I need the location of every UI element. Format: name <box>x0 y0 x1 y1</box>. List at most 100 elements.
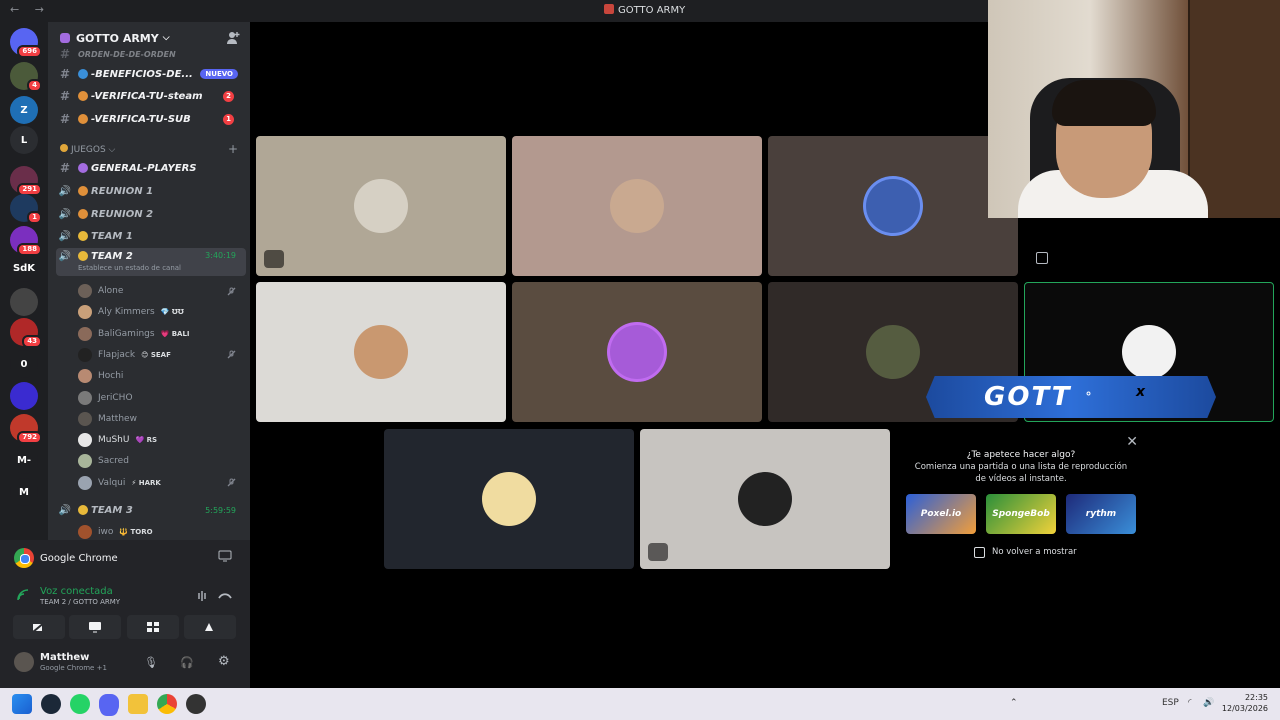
voice-channel-team-1[interactable]: 🔊 TEAM 1 <box>56 226 246 246</box>
voice-member[interactable]: Valqui ⚡ HARK <box>78 473 244 493</box>
server-icon[interactable]: SdK <box>10 254 38 282</box>
channel-general-players[interactable]: # GENERAL-PLAYERS <box>56 158 246 178</box>
server-icon[interactable] <box>10 382 38 410</box>
server-icon[interactable]: 291 <box>10 166 42 196</box>
server-icon[interactable]: L <box>10 126 38 154</box>
wifi-icon[interactable]: ◜ <box>1188 698 1192 708</box>
voice-member[interactable]: Aly Kimmers 💎 ƱƱ <box>78 302 244 322</box>
stream-preview-icon[interactable] <box>218 550 232 562</box>
whatsapp-icon[interactable] <box>70 694 90 714</box>
noise-suppression-icon[interactable] <box>194 590 208 602</box>
server-icon[interactable]: Z <box>10 96 38 124</box>
chrome-icon[interactable] <box>157 694 177 714</box>
participant-tile[interactable] <box>512 282 762 422</box>
disconnect-icon[interactable] <box>218 590 232 602</box>
member-tag: 💎 ƱƱ <box>160 308 184 317</box>
close-icon[interactable]: ✕ <box>1126 434 1138 450</box>
system-clock[interactable]: 22:35 12/03/2026 <box>1222 692 1268 714</box>
channel-status[interactable]: Establece un estado de canal <box>78 264 181 272</box>
nav-arrows[interactable]: ← → <box>10 3 50 16</box>
voice-member[interactable]: Matthew <box>78 409 244 429</box>
screen-share-button[interactable] <box>69 615 121 639</box>
speaker-icon: 🔊 <box>58 208 72 220</box>
voice-connected-label[interactable]: Voz conectada <box>40 586 113 597</box>
folder-icon[interactable] <box>128 694 148 714</box>
voice-channel-team-3[interactable]: 🔊 TEAM 3 5:59:59 <box>56 500 246 520</box>
member-tag: 💗 BALI <box>160 329 190 338</box>
participant-tile[interactable] <box>384 429 634 569</box>
mention-badge: 2 <box>223 90 234 102</box>
voice-member[interactable]: Flapjack 😊 SEAF <box>78 345 244 365</box>
dont-show-label[interactable]: No volver a mostrar <box>992 547 1077 557</box>
settings-gear-icon[interactable]: ⚙ <box>218 654 230 669</box>
guild-icon <box>60 33 70 43</box>
activity-rythm[interactable]: rythm <box>1066 494 1136 534</box>
soundboard-icon <box>205 623 213 631</box>
avatar <box>1122 325 1176 379</box>
camera-off-button[interactable] <box>13 615 65 639</box>
server-icon[interactable]: 188 <box>10 226 42 256</box>
microphone-icon[interactable]: 🎙 <box>144 656 158 669</box>
voice-channel-team-2[interactable]: 🔊 TEAM 2 3:40:19 Establece un estado de c… <box>56 248 246 276</box>
voice-member[interactable]: iwo 🔱 TORO <box>78 522 244 540</box>
participant-tile[interactable] <box>768 136 1018 276</box>
server-icon[interactable]: 4 <box>10 62 42 92</box>
server-icon[interactable]: M- <box>10 446 38 474</box>
participant-tile[interactable] <box>256 136 506 276</box>
stream-overlay-logo: GOTT ° x <box>926 376 1216 418</box>
user-status: Google Chrome +1 <box>40 664 107 672</box>
voice-member[interactable]: Sacred <box>78 451 244 471</box>
voice-member[interactable]: JeriCHO <box>78 388 244 408</box>
app-icon[interactable] <box>186 694 206 714</box>
activities-button[interactable] <box>127 615 179 639</box>
steam-icon[interactable] <box>41 694 61 714</box>
channel-verifica-sub[interactable]: # -VERIFICA-TU-SUB 1 <box>56 109 246 129</box>
channel-verifica-steam[interactable]: # -VERIFICA-TU-steam 2 <box>56 86 246 106</box>
chevron-down-icon: ⌵ <box>162 33 170 43</box>
activity-spongebob[interactable]: SpongeBob <box>986 494 1056 534</box>
language-indicator[interactable]: ESP <box>1162 698 1179 708</box>
muted-icon <box>227 287 236 296</box>
member-name: Flapjack <box>98 349 136 360</box>
member-name: Matthew <box>98 413 137 424</box>
voice-member[interactable]: Hochi <box>78 366 244 386</box>
server-icon[interactable]: 1 <box>10 194 42 224</box>
channel-timer: 5:59:59 <box>205 505 236 515</box>
server-icon[interactable]: 0 <box>10 350 38 378</box>
headphones-icon[interactable]: 🎧 <box>180 656 194 669</box>
avatar <box>78 326 92 341</box>
server-icon[interactable]: 792 <box>10 414 42 444</box>
add-channel-icon[interactable]: + <box>228 142 238 156</box>
activity-poxel[interactable]: Poxel.io <box>906 494 976 534</box>
channel-partial[interactable]: # ORDEN-DE-DE-ORDEN <box>56 44 246 64</box>
voice-channel-reunion-2[interactable]: 🔊 REUNION 2 <box>56 204 246 224</box>
activities-icon <box>147 622 159 632</box>
start-icon[interactable] <box>12 694 32 714</box>
server-icon[interactable]: 43 <box>10 318 42 348</box>
channel-beneficios[interactable]: # -BENEFICIOS-DE... NUEVO <box>56 64 246 84</box>
unread-badge: 792 <box>17 431 42 444</box>
voice-panel: Google Chrome Voz conectada TEAM 2 / GOT… <box>0 540 250 688</box>
voice-connected-sub[interactable]: TEAM 2 / GOTTO ARMY <box>40 598 120 606</box>
participant-tile[interactable] <box>256 282 506 422</box>
voice-member[interactable]: Alone <box>78 281 244 301</box>
participant-tile[interactable] <box>640 429 890 569</box>
voice-channel-reunion-1[interactable]: 🔊 REUNION 1 <box>56 181 246 201</box>
muted-icon <box>648 543 668 561</box>
dont-show-checkbox[interactable] <box>974 547 985 558</box>
volume-icon[interactable]: 🔊 <box>1203 698 1214 708</box>
soundboard-button[interactable] <box>184 615 236 639</box>
connection-icon[interactable] <box>16 588 30 602</box>
voice-member[interactable]: BaliGamings 💗 BALI <box>78 324 244 344</box>
voice-member[interactable]: MuShU 💜 RS <box>78 430 244 450</box>
chrome-icon <box>14 548 34 568</box>
category-juegos[interactable]: JUEGOS ⌵ <box>60 144 115 155</box>
avatar <box>866 325 920 379</box>
server-icon[interactable] <box>10 288 38 316</box>
server-icon[interactable]: M <box>10 478 38 506</box>
discord-icon[interactable] <box>99 694 119 714</box>
participant-tile[interactable] <box>512 136 762 276</box>
server-icon[interactable]: 696 <box>10 28 42 58</box>
chevron-up-icon[interactable]: ⌃ <box>1010 698 1018 708</box>
add-member-icon[interactable] <box>226 31 240 45</box>
